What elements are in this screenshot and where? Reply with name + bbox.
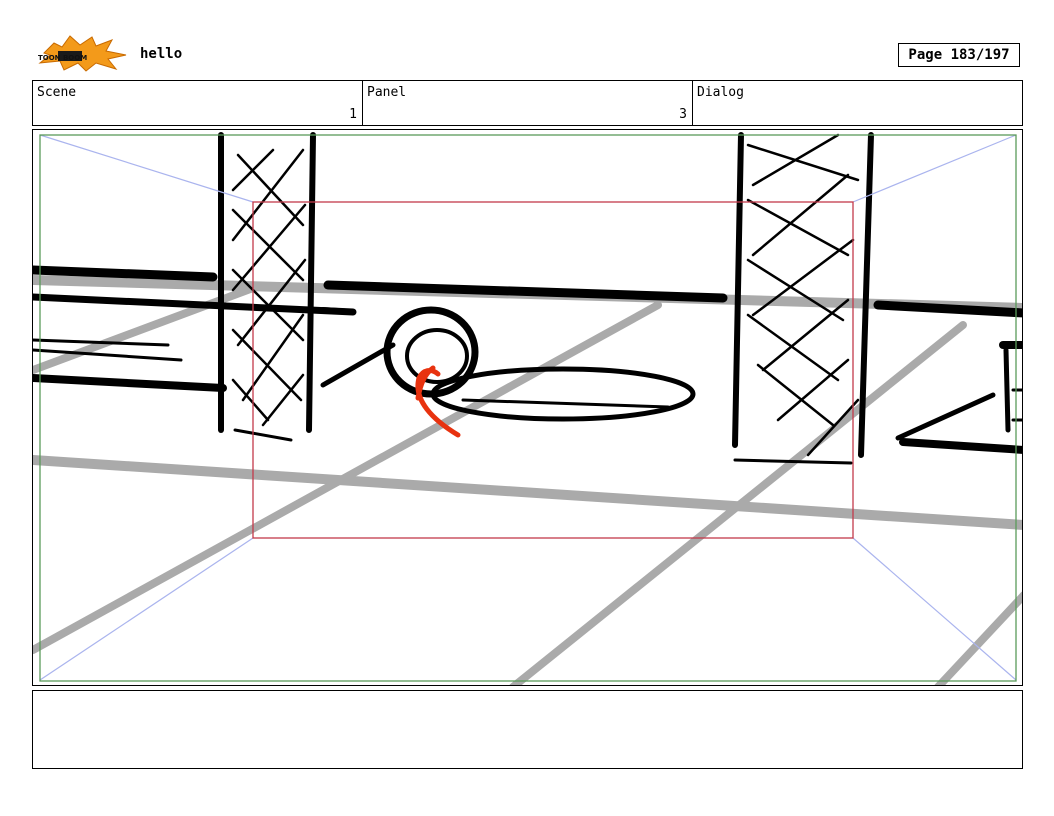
panel-cell: Panel 3	[363, 81, 693, 125]
toon-boom-logo: TOON BOOM	[36, 33, 128, 73]
project-title: hello	[140, 46, 183, 62]
notes-box	[32, 690, 1023, 769]
dialog-cell: Dialog	[693, 81, 1022, 125]
page-indicator: Page 183/197	[898, 43, 1020, 67]
dialog-label: Dialog	[697, 85, 744, 100]
scene-value: 1	[349, 107, 357, 122]
panel-info-row: Scene 1 Panel 3 Dialog	[32, 80, 1023, 126]
panel-value: 3	[679, 107, 687, 122]
scene-label: Scene	[37, 85, 77, 100]
floor-lines	[33, 275, 1022, 685]
storyboard-panel	[32, 129, 1023, 686]
panel-sketch	[33, 132, 1022, 685]
svg-text:TOON BOOM: TOON BOOM	[38, 54, 87, 62]
panel-label: Panel	[367, 85, 407, 100]
ball-sketch	[320, 306, 696, 422]
scene-cell: Scene 1	[33, 81, 363, 125]
